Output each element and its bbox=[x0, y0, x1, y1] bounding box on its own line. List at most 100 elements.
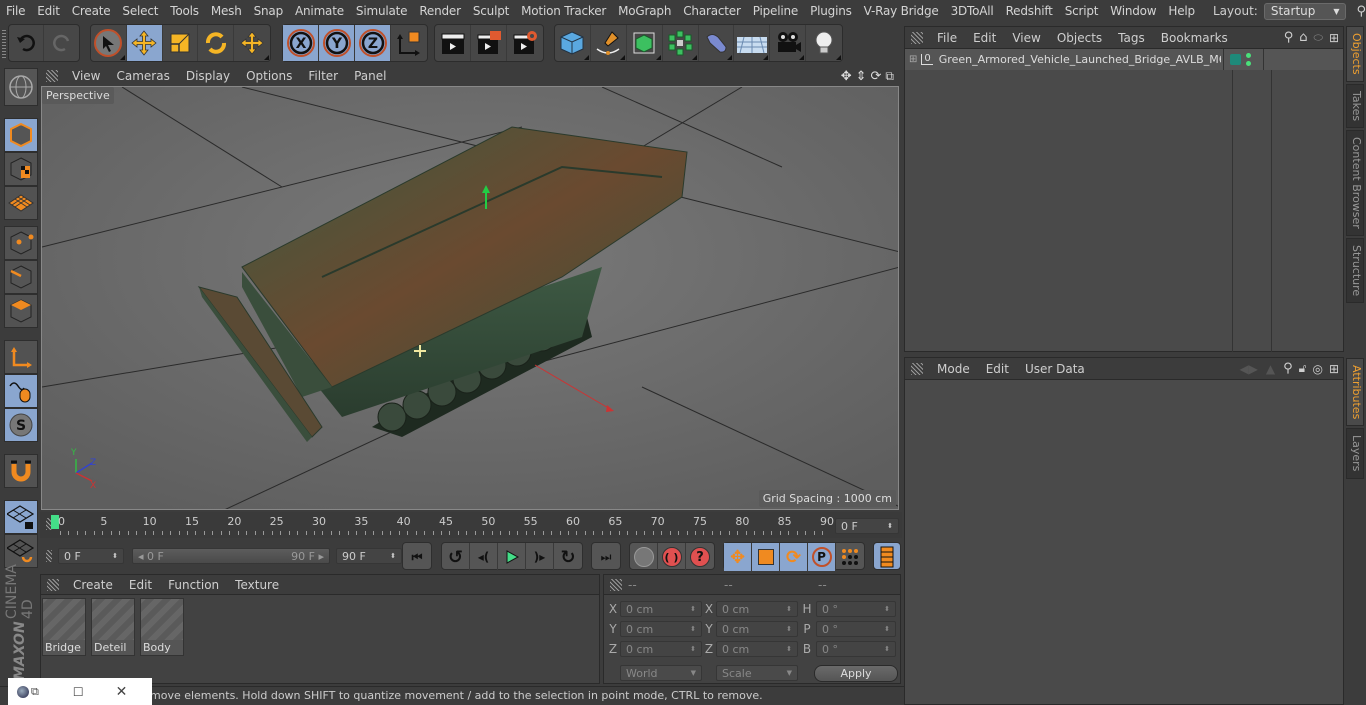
transform-mode-select[interactable]: Scale ▼ bbox=[716, 665, 798, 681]
coordinate-system-button[interactable] bbox=[391, 25, 427, 61]
material-swatch[interactable]: Deteil bbox=[91, 598, 135, 656]
link-icon[interactable]: ⬭ bbox=[1314, 31, 1323, 45]
end-frame-field[interactable]: 90 F ⬍ bbox=[336, 548, 402, 564]
apply-button[interactable]: Apply bbox=[814, 664, 898, 682]
pos-x-field[interactable]: 0 cm ⬍ bbox=[620, 601, 702, 617]
play-button[interactable] bbox=[498, 543, 526, 571]
menu-script[interactable]: Script bbox=[1059, 4, 1105, 18]
attributes-menu-mode[interactable]: Mode bbox=[929, 362, 978, 376]
render-settings-button[interactable] bbox=[507, 25, 543, 61]
panel-grip[interactable] bbox=[46, 550, 52, 562]
menu-simulate[interactable]: Simulate bbox=[350, 4, 413, 18]
tab-structure[interactable]: Structure bbox=[1346, 237, 1364, 303]
search-icon[interactable]: ⚲ bbox=[1284, 30, 1294, 45]
tab-attributes[interactable]: Attributes bbox=[1346, 358, 1364, 427]
3d-viewport[interactable]: Perspective Y Z X Grid Spacing : 1000 cm bbox=[41, 86, 899, 510]
autokey-button[interactable]: ( ) bbox=[658, 543, 686, 571]
menu-pipeline[interactable]: Pipeline bbox=[747, 4, 804, 18]
tab-content-browser[interactable]: Content Browser bbox=[1346, 129, 1364, 236]
frame-range-slider[interactable]: ◂ 0 F 90 F ▸ bbox=[132, 548, 330, 564]
edges-mode-button[interactable] bbox=[4, 260, 38, 294]
close-icon[interactable]: ✕ bbox=[116, 684, 128, 700]
floor-button[interactable] bbox=[734, 25, 771, 61]
scale-tool-button[interactable] bbox=[163, 25, 199, 61]
key-rotation-button[interactable]: ⟳ bbox=[780, 543, 808, 571]
up-arrow-icon[interactable]: ▲ bbox=[1266, 362, 1275, 376]
lock-workplane-button[interactable] bbox=[4, 500, 38, 534]
undo-button[interactable] bbox=[9, 25, 45, 61]
viewport-menu-options[interactable]: Options bbox=[238, 69, 300, 83]
objects-menu-tags[interactable]: Tags bbox=[1110, 31, 1153, 45]
menu-window[interactable]: Window bbox=[1104, 4, 1162, 18]
material-menu-function[interactable]: Function bbox=[160, 578, 227, 592]
menu-motion-tracker[interactable]: Motion Tracker bbox=[515, 4, 612, 18]
expand-icon[interactable]: ⊞ bbox=[909, 54, 917, 65]
restore-icon[interactable]: ⧉ bbox=[31, 685, 39, 699]
coordinate-space-select[interactable]: World ▼ bbox=[620, 665, 702, 681]
panel-grip[interactable] bbox=[610, 578, 622, 591]
pos-z-field[interactable]: 0 cm ⬍ bbox=[620, 641, 702, 657]
size-x-field[interactable]: 0 cm ⬍ bbox=[716, 601, 798, 617]
tab-takes[interactable]: Takes bbox=[1346, 83, 1364, 128]
subdivision-surface-button[interactable] bbox=[627, 25, 663, 61]
model-mode-button[interactable] bbox=[4, 118, 38, 152]
panel-grip[interactable] bbox=[47, 578, 59, 591]
size-y-field[interactable]: 0 cm ⬍ bbox=[716, 621, 798, 637]
menu-3dtoall[interactable]: 3DToAll bbox=[945, 4, 1000, 18]
snap-settings-button[interactable]: S bbox=[4, 408, 38, 442]
points-mode-button[interactable] bbox=[4, 226, 38, 260]
menu-sculpt[interactable]: Sculpt bbox=[467, 4, 515, 18]
stepper-icon[interactable]: ⬍ bbox=[887, 522, 893, 530]
viewport-menu-cameras[interactable]: Cameras bbox=[108, 69, 177, 83]
axis-z-button[interactable]: Z bbox=[355, 25, 391, 61]
start-frame-field[interactable]: 0 F ⬍ bbox=[58, 548, 124, 564]
attributes-menu-user-data[interactable]: User Data bbox=[1017, 362, 1093, 376]
size-z-field[interactable]: 0 cm ⬍ bbox=[716, 641, 798, 657]
workplane-mode-button[interactable] bbox=[4, 186, 38, 220]
panel-grip[interactable] bbox=[911, 31, 923, 44]
menu-vray-bridge[interactable]: V-Ray Bridge bbox=[858, 4, 945, 18]
make-editable-button[interactable] bbox=[4, 68, 38, 106]
cube-button[interactable] bbox=[555, 25, 591, 61]
axis-x-button[interactable]: X bbox=[283, 25, 319, 61]
menu-redshift[interactable]: Redshift bbox=[1000, 4, 1059, 18]
menu-select[interactable]: Select bbox=[116, 4, 164, 18]
record-keys-button[interactable] bbox=[630, 543, 658, 571]
material-swatch[interactable]: Body bbox=[140, 598, 184, 656]
axis-y-button[interactable]: Y bbox=[319, 25, 355, 61]
move-tool-button[interactable] bbox=[126, 25, 163, 61]
timeline-ruler[interactable]: 0 5 10 15 20 25 30 35 40 45 50 55 60 65 70 75 80 85 90 0 F… bbox=[40, 512, 902, 538]
new-panel-icon[interactable]: ⊞ bbox=[1329, 31, 1339, 45]
key-point-level-button[interactable] bbox=[836, 543, 864, 571]
objects-menu-view[interactable]: View bbox=[1004, 31, 1048, 45]
key-scale-button[interactable] bbox=[752, 543, 780, 571]
layer-color-tag[interactable] bbox=[1229, 54, 1241, 65]
stepper-icon[interactable]: ⬍ bbox=[112, 552, 118, 560]
menu-character[interactable]: Character bbox=[677, 4, 746, 18]
objects-menu-edit[interactable]: Edit bbox=[965, 31, 1004, 45]
prev-frame-button[interactable]: ◂( bbox=[470, 543, 498, 571]
last-tool-button[interactable] bbox=[234, 25, 270, 61]
zoom-view-icon[interactable]: ⇕ bbox=[856, 69, 867, 84]
keyframe-selection-button[interactable]: ? bbox=[686, 543, 714, 571]
objects-menu-bookmarks[interactable]: Bookmarks bbox=[1153, 31, 1236, 45]
back-arrow-icon[interactable]: ◀▶ bbox=[1239, 362, 1257, 376]
pen-button[interactable] bbox=[591, 25, 627, 61]
viewport-menu-view[interactable]: View bbox=[64, 69, 108, 83]
key-parameter-button[interactable]: P bbox=[808, 543, 836, 571]
layout-select[interactable]: Startup ▼ bbox=[1263, 2, 1347, 20]
toolbar-grip[interactable] bbox=[2, 30, 6, 58]
tweak-mode-button[interactable] bbox=[4, 374, 38, 408]
search-icon[interactable]: ⚲ bbox=[1283, 361, 1293, 376]
rot-p-field[interactable]: 0 ° ⬍ bbox=[816, 621, 896, 637]
render-view-button[interactable] bbox=[435, 25, 471, 61]
tab-objects[interactable]: Objects bbox=[1346, 26, 1364, 82]
menu-edit[interactable]: Edit bbox=[31, 4, 65, 18]
stepper-icon[interactable]: ⬍ bbox=[390, 552, 396, 560]
lock-icon[interactable]: 🔓︎ bbox=[1299, 361, 1307, 376]
maximize-view-icon[interactable]: ⧉ bbox=[885, 69, 894, 84]
material-menu-edit[interactable]: Edit bbox=[121, 578, 160, 592]
rotate-tool-button[interactable] bbox=[198, 25, 235, 61]
menu-file[interactable]: File bbox=[0, 4, 31, 18]
panel-grip[interactable] bbox=[46, 70, 58, 82]
